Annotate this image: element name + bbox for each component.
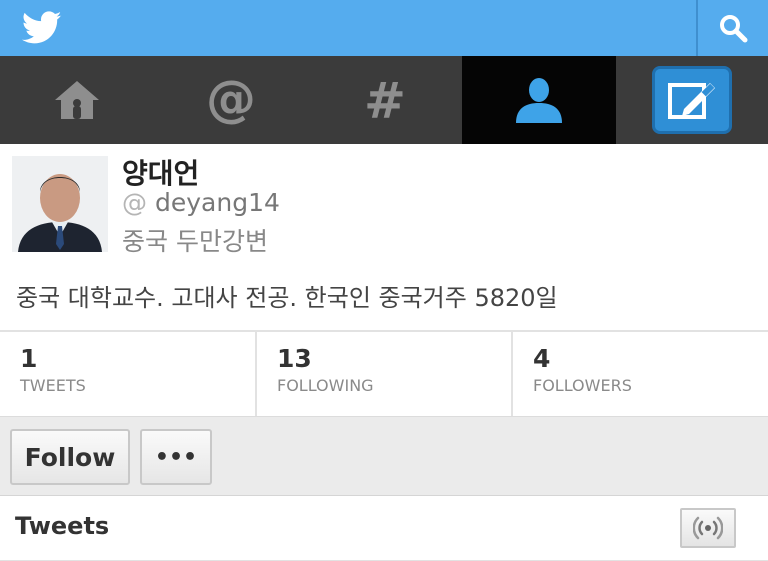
profile-location: 중국 두만강변 — [122, 227, 268, 256]
stat-following[interactable]: 13 FOLLOWING — [257, 332, 513, 416]
top-bar — [0, 0, 768, 56]
nav-bar: @ # — [0, 56, 768, 144]
more-options-button[interactable]: ••• — [140, 429, 212, 485]
svg-text:@: @ — [206, 73, 256, 127]
refresh-icon — [693, 516, 723, 540]
tweets-header: Tweets — [0, 496, 768, 561]
profile-handle: @ deyang14 — [122, 188, 280, 217]
stat-value: 1 — [20, 344, 38, 373]
stat-tweets[interactable]: 1 TWEETS — [0, 332, 257, 416]
profile-stats: 1 TWEETS 13 FOLLOWING 4 FOLLOWERS — [0, 330, 768, 416]
stat-label: TWEETS — [20, 376, 86, 395]
home-icon — [55, 81, 99, 119]
search-icon — [720, 15, 748, 43]
compose-icon — [668, 83, 715, 119]
compose-button[interactable] — [652, 66, 732, 134]
user-icon — [516, 78, 562, 123]
twitter-bird-icon[interactable] — [22, 11, 62, 45]
stat-label: FOLLOWERS — [533, 376, 632, 395]
hashtag-icon: # — [364, 76, 406, 124]
avatar[interactable] — [12, 156, 108, 252]
tab-me[interactable] — [462, 56, 616, 144]
action-bar: Follow ••• — [0, 416, 768, 496]
tab-discover[interactable]: # — [308, 56, 462, 144]
stat-followers[interactable]: 4 FOLLOWERS — [513, 332, 768, 416]
profile-name: 양대언 — [122, 157, 200, 190]
tab-connect[interactable]: @ — [154, 56, 308, 144]
profile-photo — [12, 156, 108, 252]
tweets-title: Tweets — [15, 512, 110, 540]
follow-button[interactable]: Follow — [10, 429, 130, 485]
stat-value: 13 — [277, 344, 312, 373]
tab-home[interactable] — [0, 56, 154, 144]
profile-card: 양대언 @ deyang14 중국 두만강변 중국 대학교수. 고대사 전공. 한… — [0, 144, 768, 330]
tab-compose[interactable] — [616, 56, 768, 144]
refresh-button[interactable] — [680, 508, 736, 548]
stat-label: FOLLOWING — [277, 376, 374, 395]
stat-value: 4 — [533, 344, 551, 373]
at-symbol: @ — [122, 188, 147, 217]
at-icon: @ — [206, 73, 256, 127]
handle-text: deyang14 — [155, 188, 280, 217]
profile-bio: 중국 대학교수. 고대사 전공. 한국인 중국거주 5820일 — [16, 284, 558, 312]
search-button[interactable] — [698, 0, 768, 56]
svg-text:#: # — [364, 76, 406, 124]
